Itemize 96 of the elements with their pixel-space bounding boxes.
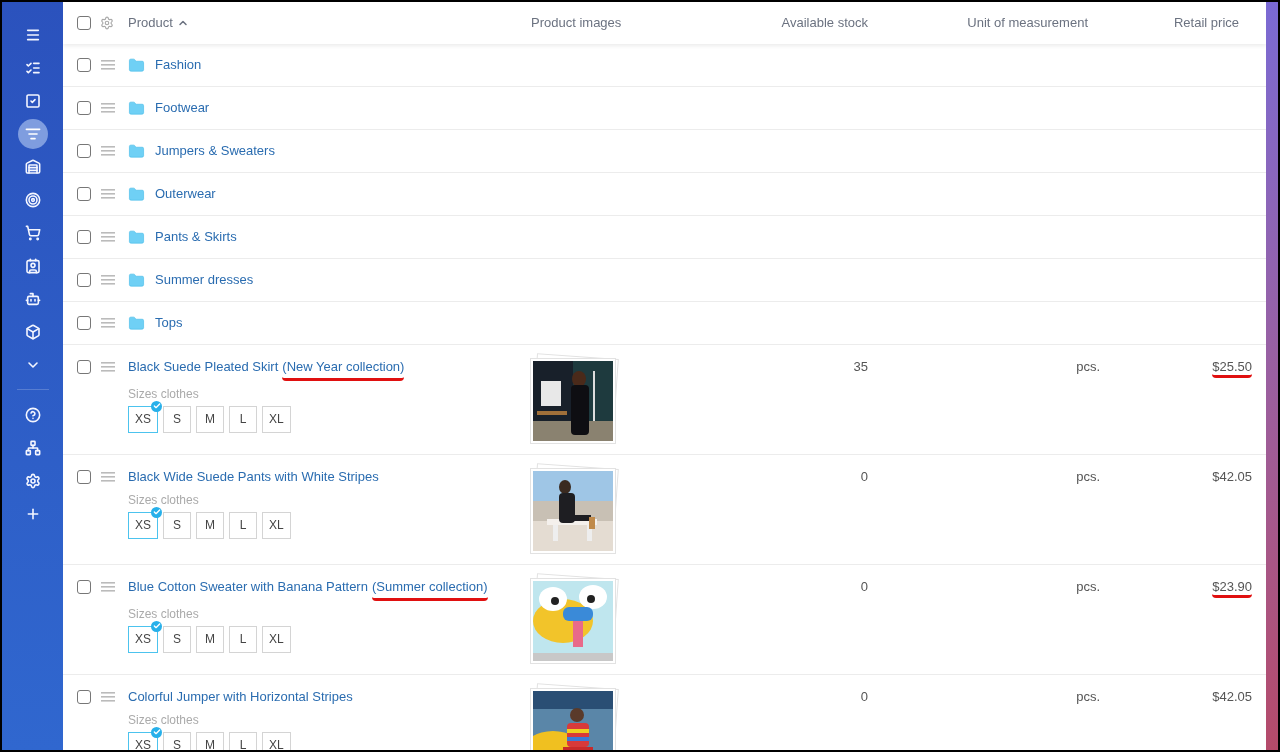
folder-link[interactable]: Fashion xyxy=(155,55,202,75)
folder-link[interactable]: Jumpers & Sweaters xyxy=(155,141,275,161)
size-option[interactable]: S xyxy=(163,625,191,653)
drag-handle-icon[interactable] xyxy=(101,232,115,242)
folder-link[interactable]: Footwear xyxy=(155,98,210,118)
folder-icon xyxy=(128,271,145,289)
folder-icon xyxy=(128,228,145,246)
drag-handle-icon[interactable] xyxy=(101,362,115,372)
checkbox-icon xyxy=(24,92,41,109)
column-header[interactable]: Retail price xyxy=(1173,15,1239,31)
size-option[interactable]: XL xyxy=(262,511,291,539)
cart-icon xyxy=(24,224,41,241)
target-icon xyxy=(24,191,41,208)
size-option[interactable]: M xyxy=(196,511,224,539)
check-badge-icon xyxy=(151,620,162,632)
drag-handle-icon[interactable] xyxy=(101,189,115,199)
unit-value: pcs. xyxy=(1076,469,1100,484)
stock-value: 0 xyxy=(860,579,868,594)
column-header[interactable]: Available stock xyxy=(781,15,868,31)
drag-handle-icon[interactable] xyxy=(101,692,115,702)
folder-link[interactable]: Summer dresses xyxy=(155,270,254,290)
help-icon xyxy=(24,406,41,423)
unit-value: pcs. xyxy=(1076,689,1100,704)
row-checkbox[interactable] xyxy=(77,580,91,594)
stock-value: 35 xyxy=(853,359,868,374)
box-icon xyxy=(24,323,41,340)
size-option[interactable]: XL xyxy=(262,731,291,750)
folder-icon xyxy=(128,185,145,203)
folder-icon xyxy=(128,56,145,74)
product-link[interactable]: Black Suede Pleated Skirt xyxy=(128,357,279,381)
size-option[interactable]: S xyxy=(163,511,191,539)
stock-value: 0 xyxy=(860,469,868,484)
drag-handle-icon[interactable] xyxy=(101,146,115,156)
unit-value: pcs. xyxy=(1076,579,1100,594)
size-option[interactable]: L xyxy=(229,731,257,750)
property-label: Sizes clothes xyxy=(128,491,200,509)
folder-icon xyxy=(128,314,145,332)
size-option[interactable]: S xyxy=(163,405,191,433)
row-checkbox[interactable] xyxy=(77,58,91,72)
price-value: $25.50 xyxy=(1212,359,1252,378)
contact-card-icon xyxy=(24,257,41,274)
row-checkbox[interactable] xyxy=(77,187,91,201)
property-label: Sizes clothes xyxy=(128,605,200,623)
size-option[interactable]: M xyxy=(196,405,224,433)
column-header[interactable]: Product xyxy=(128,13,189,33)
drag-handle-icon[interactable] xyxy=(101,275,115,285)
property-label: Sizes clothes xyxy=(128,711,200,729)
collection-label: (Summer collection) xyxy=(371,577,488,601)
check-badge-icon xyxy=(151,506,162,518)
folder-link[interactable]: Tops xyxy=(155,313,183,333)
stock-value: 0 xyxy=(860,689,868,704)
price-value: $23.90 xyxy=(1212,579,1252,598)
drag-handle-icon[interactable] xyxy=(101,472,115,482)
settings-icon[interactable] xyxy=(100,16,114,30)
drag-handle-icon[interactable] xyxy=(101,103,115,113)
row-checkbox[interactable] xyxy=(77,360,91,374)
column-header[interactable]: Unit of measurement xyxy=(967,15,1088,31)
row-checkbox[interactable] xyxy=(77,470,91,484)
row-checkbox[interactable] xyxy=(77,316,91,330)
drag-handle-icon[interactable] xyxy=(101,318,115,328)
price-value: $42.05 xyxy=(1212,469,1252,484)
size-option[interactable]: XL xyxy=(262,625,291,653)
collection-label: (New Year collection) xyxy=(282,357,405,381)
sidebar-item[interactable] xyxy=(17,118,48,149)
price-value: $42.05 xyxy=(1212,689,1252,704)
folder-icon xyxy=(128,142,145,160)
row-checkbox[interactable] xyxy=(77,16,91,30)
check-badge-icon xyxy=(151,400,162,412)
row-checkbox[interactable] xyxy=(77,273,91,287)
row-checkbox[interactable] xyxy=(77,230,91,244)
product-link[interactable]: Black Wide Suede Pants with White Stripes xyxy=(128,467,379,487)
product-link[interactable]: Blue Cotton Sweater with Banana Pattern xyxy=(128,577,368,601)
check-badge-icon xyxy=(151,726,162,738)
network-icon xyxy=(24,439,41,456)
folder-link[interactable]: Outerwear xyxy=(155,184,216,204)
row-checkbox[interactable] xyxy=(77,101,91,115)
size-option[interactable]: M xyxy=(196,625,224,653)
size-option[interactable]: XL xyxy=(262,405,291,433)
size-option[interactable]: S xyxy=(163,731,191,750)
size-option[interactable]: L xyxy=(229,511,257,539)
robot-icon xyxy=(24,290,41,307)
settings-icon xyxy=(24,472,41,489)
folder-icon xyxy=(128,99,145,117)
store-icon xyxy=(24,158,41,175)
row-checkbox[interactable] xyxy=(77,690,91,704)
size-option[interactable]: L xyxy=(229,625,257,653)
size-option[interactable]: M xyxy=(196,731,224,750)
row-checkbox[interactable] xyxy=(77,144,91,158)
property-label: Sizes clothes xyxy=(128,385,200,403)
column-header[interactable]: Product images xyxy=(531,15,622,31)
size-option[interactable]: L xyxy=(229,405,257,433)
drag-handle-icon[interactable] xyxy=(101,60,115,70)
drag-handle-icon[interactable] xyxy=(101,582,115,592)
folder-link[interactable]: Pants & Skirts xyxy=(155,227,237,247)
unit-value: pcs. xyxy=(1076,359,1100,374)
product-link[interactable]: Colorful Jumper with Horizontal Stripes xyxy=(128,687,353,707)
